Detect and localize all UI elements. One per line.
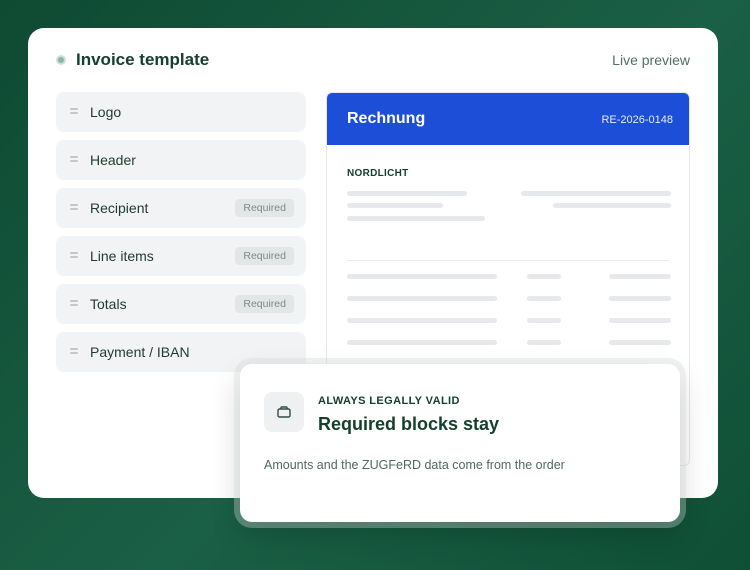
block-label: Payment / IBAN (90, 344, 190, 360)
block-item-totals[interactable]: Totals Required (56, 284, 306, 324)
callout-title: Required blocks stay (318, 414, 500, 434)
company-name: NORDLICHT (347, 168, 409, 179)
required-blocks-callout: ALWAYS LEGALLY VALID Required blocks sta… (240, 364, 680, 522)
drag-handle-icon[interactable] (70, 108, 78, 114)
block-label: Logo (90, 104, 122, 120)
page-title: Invoice template (76, 50, 210, 69)
block-item-logo[interactable]: Logo (56, 92, 306, 132)
drag-handle-icon[interactable] (70, 252, 78, 258)
placeholder-line (527, 296, 561, 301)
placeholder-line (553, 203, 671, 208)
live-preview-toggle[interactable]: Live preview (612, 52, 690, 68)
card-header: Invoice template Live preview (56, 50, 690, 70)
placeholder-line (527, 318, 561, 323)
placeholder-line (347, 274, 497, 279)
drag-handle-icon[interactable] (70, 156, 78, 162)
placeholder-line (347, 340, 497, 345)
status-dot-icon (56, 55, 66, 65)
placeholder-line (347, 296, 497, 301)
placeholder-line (609, 318, 671, 323)
preview-title: Rechnung (347, 110, 426, 127)
block-label: Header (90, 152, 136, 168)
block-label: Totals (90, 296, 127, 312)
placeholder-line (609, 296, 671, 301)
preview-header: Rechnung RE-2026-0148 (327, 93, 689, 145)
placeholder-line (347, 203, 443, 208)
drag-handle-icon[interactable] (70, 204, 78, 210)
required-badge: Required (235, 199, 294, 217)
drag-handle-icon[interactable] (70, 348, 78, 354)
block-label: Line items (90, 248, 154, 264)
callout-description: Amounts and the ZUGFeRD data come from t… (264, 458, 565, 472)
placeholder-line (347, 191, 467, 196)
block-item-line-items[interactable]: Line items Required (56, 236, 306, 276)
drag-handle-icon[interactable] (70, 300, 78, 306)
placeholder-line (527, 274, 561, 279)
placeholder-line (609, 274, 671, 279)
block-item-header[interactable]: Header (56, 140, 306, 180)
placeholder-line (521, 191, 671, 196)
preview-divider (347, 260, 669, 261)
required-badge: Required (235, 247, 294, 265)
invoice-number: RE-2026-0148 (601, 114, 673, 126)
callout-eyebrow: ALWAYS LEGALLY VALID (318, 395, 460, 407)
block-label: Recipient (90, 200, 149, 216)
wallet-icon (264, 392, 304, 432)
block-list: Logo Header Recipient Required Line item… (56, 92, 306, 380)
placeholder-line (527, 340, 561, 345)
placeholder-line (347, 318, 497, 323)
block-item-recipient[interactable]: Recipient Required (56, 188, 306, 228)
placeholder-line (609, 340, 671, 345)
placeholder-line (347, 216, 485, 221)
required-badge: Required (235, 295, 294, 313)
